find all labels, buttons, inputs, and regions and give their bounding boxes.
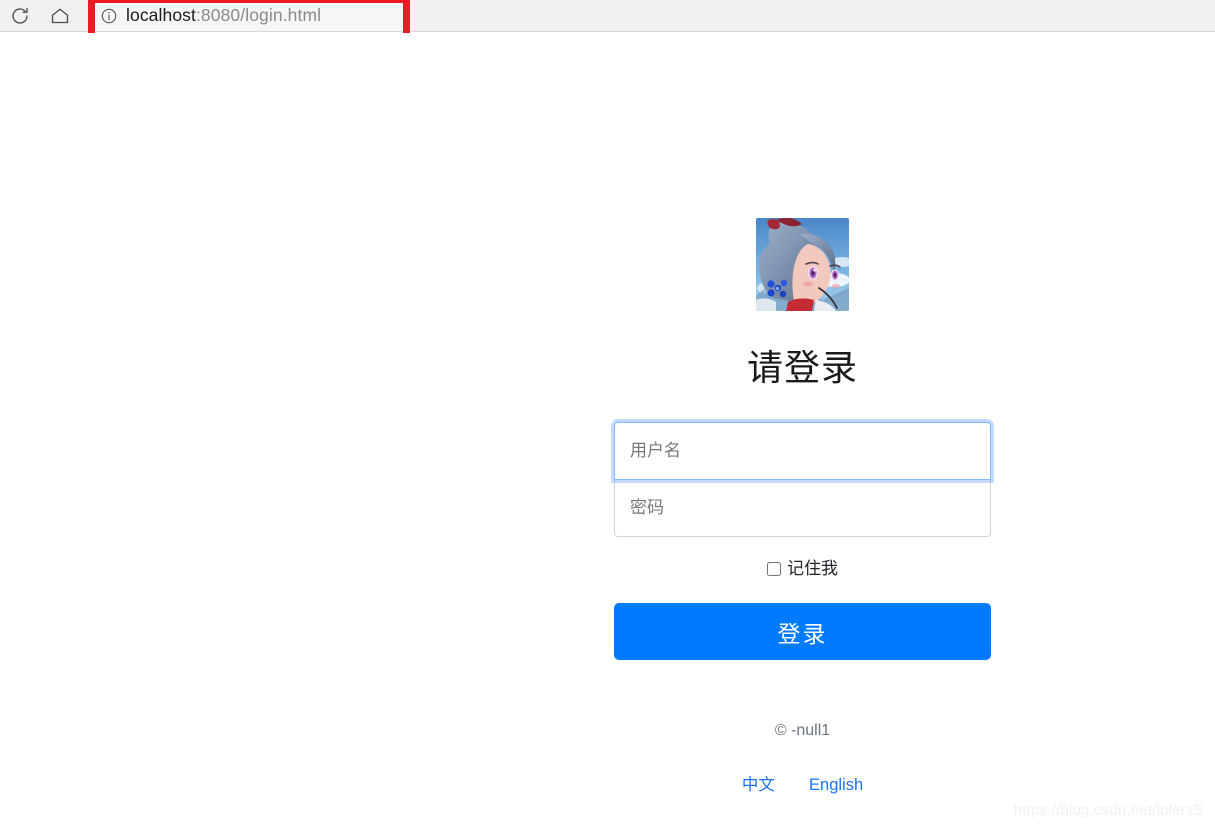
home-icon[interactable] bbox=[48, 4, 72, 28]
watermark-text: https://blog.csdn.net/loler15 bbox=[1013, 802, 1203, 819]
reload-icon[interactable] bbox=[8, 4, 32, 28]
url-path: :8080/login.html bbox=[195, 5, 322, 25]
remember-me-label: 记住我 bbox=[787, 559, 838, 578]
remember-me-row[interactable]: 记住我 bbox=[614, 560, 991, 577]
language-link-chinese[interactable]: 中文 bbox=[742, 776, 775, 794]
login-submit-button[interactable]: 登录 bbox=[614, 603, 991, 660]
browser-toolbar: localhost:8080/login.html bbox=[0, 0, 1215, 32]
address-bar[interactable]: localhost:8080/login.html bbox=[95, 0, 403, 31]
language-link-english[interactable]: English bbox=[809, 776, 863, 794]
remember-me-checkbox[interactable] bbox=[767, 561, 781, 576]
url-text: localhost:8080/login.html bbox=[126, 5, 321, 26]
url-host: localhost bbox=[126, 5, 196, 25]
page-body: 请登录 记住我 登录 © -null1 中文 English https://b… bbox=[0, 33, 1215, 826]
info-circle-icon[interactable] bbox=[101, 8, 117, 24]
copyright-text: © -null1 bbox=[774, 722, 831, 739]
password-input[interactable] bbox=[614, 479, 991, 537]
login-form bbox=[614, 422, 991, 537]
avatar bbox=[756, 218, 849, 311]
username-input[interactable] bbox=[614, 422, 991, 480]
login-card: 请登录 记住我 登录 © -null1 中文 English bbox=[614, 218, 991, 795]
page-title: 请登录 bbox=[746, 347, 858, 388]
language-switcher: 中文 English bbox=[614, 771, 991, 795]
